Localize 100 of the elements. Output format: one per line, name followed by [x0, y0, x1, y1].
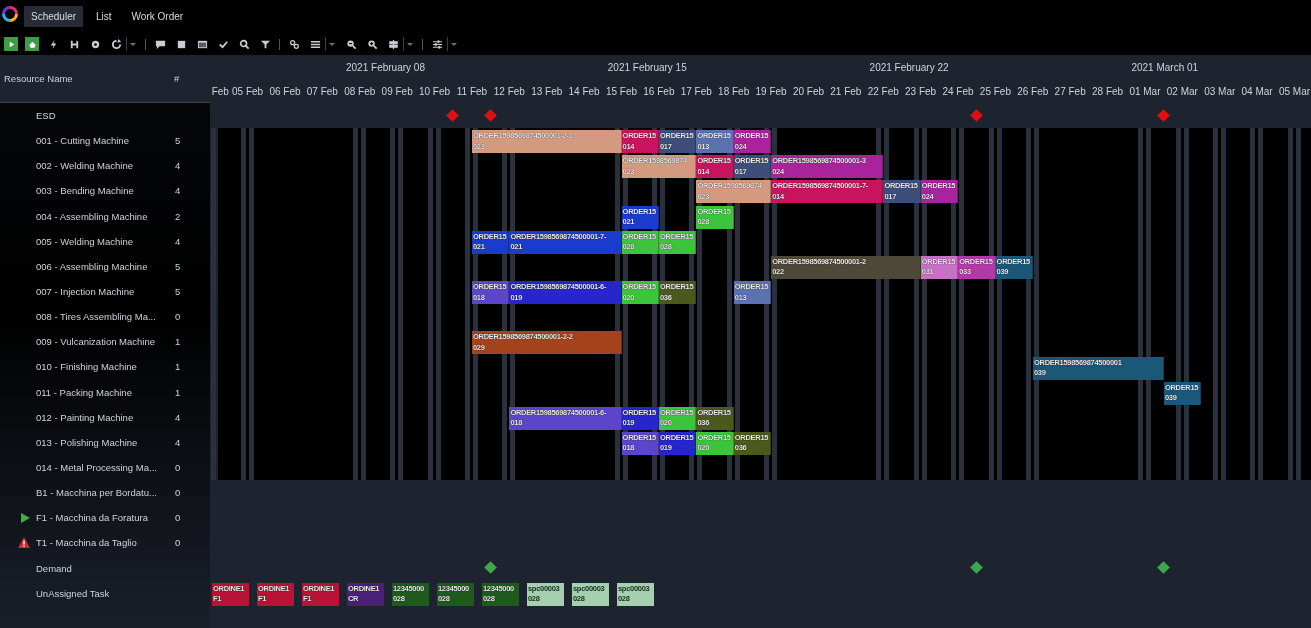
task-count: 0 [175, 487, 182, 499]
zoom-in-icon [366, 38, 378, 50]
resource-name[interactable]: B1 - Macchina per Bordatu... [36, 487, 175, 499]
task-count: 4 [175, 235, 182, 247]
tab[interactable]: List [89, 6, 119, 27]
dropdown-button[interactable] [126, 37, 138, 51]
link-button[interactable] [287, 37, 301, 51]
milestone-marker[interactable] [446, 108, 460, 122]
link-icon [288, 38, 300, 50]
comment-icon [154, 38, 166, 50]
check-icon [217, 38, 229, 50]
task-count: 4 [175, 160, 182, 172]
day-label: 26 Feb [1017, 85, 1049, 97]
day-label: 24 Feb [942, 85, 974, 97]
square-icon [175, 38, 187, 50]
task-count: 0 [175, 537, 182, 549]
resource-name[interactable]: 003 - Bending Machine [36, 185, 175, 197]
day-label: 21 Feb [830, 85, 862, 97]
task-count: 0 [175, 311, 182, 323]
day-label: 10 Feb [418, 85, 451, 97]
milestone-marker[interactable] [483, 561, 497, 575]
zoom-out-icon [345, 38, 357, 50]
logo-icon [2, 5, 18, 22]
day-label: 07 Feb [306, 85, 338, 97]
day-label: 08 Feb [344, 85, 376, 97]
dropdown-button[interactable] [325, 37, 337, 51]
resource-name[interactable]: 007 - Injection Machine [36, 286, 175, 298]
task-count: 4 [175, 185, 182, 197]
week-label: 2021 February 08 [346, 61, 425, 73]
week-label: 2021 February 15 [607, 61, 687, 73]
play-icon [20, 512, 30, 523]
task-count: 1 [175, 361, 182, 373]
sliders-button[interactable] [430, 37, 444, 51]
resource-name[interactable]: UnAssigned Task [36, 587, 175, 599]
task-count: 5 [175, 260, 182, 272]
milestone-marker[interactable] [483, 108, 497, 122]
list-icon [309, 38, 321, 50]
task-count: 5 [175, 286, 182, 298]
day-label: 02 Mar [1166, 85, 1198, 97]
resource-name[interactable]: 004 - Assembling Machine [36, 210, 175, 222]
day-label: 16 Feb [643, 85, 675, 97]
refresh-icon [110, 38, 122, 50]
zoom-in-button[interactable] [365, 37, 379, 51]
search-button[interactable] [237, 37, 251, 51]
day-label: 14 Feb [568, 85, 600, 97]
milestone-marker[interactable] [970, 108, 983, 122]
resource-name[interactable]: Demand [36, 562, 175, 574]
resource-name[interactable]: 011 - Packing Machine [36, 386, 175, 398]
dropdown-button[interactable] [403, 37, 415, 51]
day-label: 09 Feb [381, 85, 413, 97]
home-button[interactable] [25, 37, 39, 51]
day-label: 17 Feb [680, 85, 712, 97]
resource-name[interactable]: 005 - Welding Machine [36, 235, 175, 247]
day-label: 01 Mar [1129, 85, 1161, 97]
filter-icon [259, 38, 271, 50]
task-count: 0 [175, 512, 182, 524]
day-label: 13 Feb [531, 85, 563, 97]
task-count: 1 [175, 386, 182, 398]
resource-name[interactable]: 010 - Finishing Machine [36, 361, 175, 373]
dropdown-button[interactable] [447, 37, 459, 51]
day-label: 15 Feb [605, 85, 638, 97]
milestone-marker[interactable] [970, 561, 983, 575]
milestone-marker[interactable] [1157, 108, 1170, 122]
resource-name[interactable]: T1 - Macchina da Taglio [36, 537, 175, 549]
day-label: 22 Feb [867, 85, 899, 97]
day-label: 04 Mar [1241, 85, 1273, 97]
tab[interactable]: Work Order [124, 6, 191, 27]
resource-name[interactable]: F1 - Macchina da Foratura [36, 512, 175, 524]
resource-name[interactable]: 012 - Painting Machine [36, 411, 175, 423]
resource-name[interactable]: ESD [36, 110, 175, 122]
day-label: 18 Feb [718, 85, 750, 97]
tab[interactable]: Scheduler [24, 6, 84, 27]
signpost-icon [387, 38, 399, 50]
task-count: 1 [175, 336, 182, 348]
window-icon [196, 38, 208, 50]
day-label: 20 Feb [792, 85, 824, 97]
week-label: 2021 February 22 [869, 61, 949, 73]
search-icon [238, 38, 250, 50]
resource-name[interactable]: 002 - Welding Machine [36, 160, 175, 172]
day-label: 11 Feb [456, 85, 488, 97]
task-count: 2 [175, 210, 182, 222]
warning-icon [18, 537, 30, 549]
day-label: Feb [211, 85, 229, 97]
day-label: 06 Feb [269, 85, 301, 97]
day-label: 03 Mar [1204, 85, 1236, 97]
refresh-button[interactable] [109, 37, 123, 51]
zoom-out-button[interactable] [344, 37, 358, 51]
play-button[interactable] [4, 37, 18, 51]
day-label: 28 Feb [1092, 85, 1124, 97]
resource-name[interactable]: 008 - Tires Assembling Ma... [36, 311, 175, 323]
resource-name[interactable]: 013 - Polishing Machine [36, 436, 175, 448]
resource-name[interactable]: 006 - Assembling Machine [36, 260, 175, 272]
day-label: 25 Feb [979, 85, 1011, 97]
resource-name[interactable]: 001 - Cutting Machine [36, 135, 175, 147]
milestone-marker[interactable] [1157, 561, 1170, 575]
signpost-button[interactable] [386, 37, 400, 51]
day-label: 27 Feb [1054, 85, 1086, 97]
resource-name[interactable]: 014 - Metal Processing Ma... [36, 462, 175, 474]
resource-name[interactable]: 009 - Vulcanization Machine [36, 336, 175, 348]
day-label: 05 Mar [1278, 85, 1311, 97]
